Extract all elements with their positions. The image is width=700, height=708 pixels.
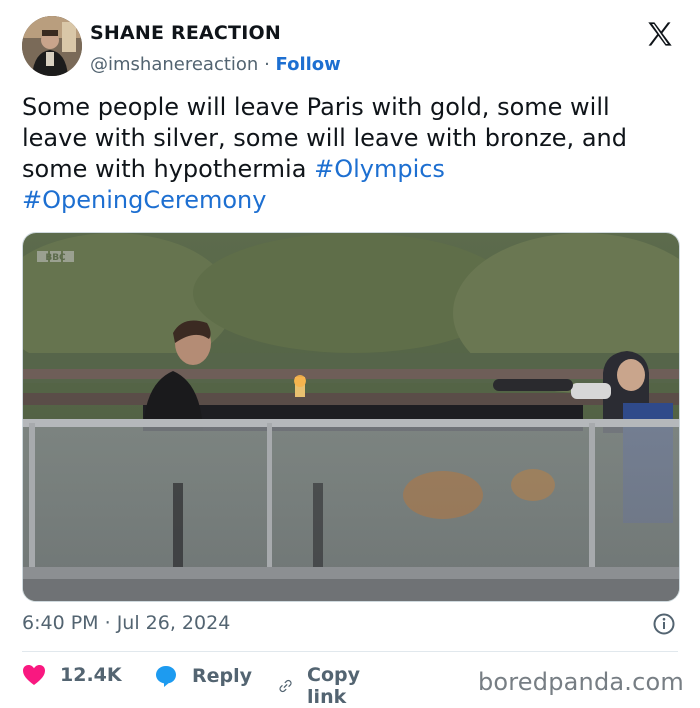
avatar[interactable] bbox=[22, 16, 82, 76]
tweet-text: Some people will leave Paris with gold, … bbox=[22, 92, 682, 216]
tweet-header: SHANE REACTION @imshanereaction · Follow bbox=[22, 16, 682, 78]
divider bbox=[22, 651, 678, 652]
like-count: 12.4K bbox=[60, 664, 122, 686]
tweet-time: 6:40 PM bbox=[22, 612, 99, 634]
boredpanda-watermark: boredpanda.com bbox=[477, 668, 684, 696]
reply-button[interactable]: Reply bbox=[154, 664, 252, 688]
reply-bubble-icon bbox=[156, 666, 176, 687]
author-handle[interactable]: @imshanereaction bbox=[90, 54, 258, 75]
handle-separator: · bbox=[264, 54, 270, 75]
link-icon bbox=[279, 679, 292, 693]
copy-link-button[interactable]: Copy link bbox=[278, 664, 369, 708]
hashtag-opening-ceremony[interactable]: #OpeningCeremony bbox=[22, 186, 266, 214]
follow-button[interactable]: Follow bbox=[276, 54, 341, 75]
heart-icon bbox=[23, 665, 45, 685]
copy-link-label: Copy link bbox=[307, 664, 361, 708]
bbc-logo: BBC bbox=[37, 251, 74, 263]
like-button[interactable]: 12.4K bbox=[22, 664, 122, 686]
tweet-date: Jul 26, 2024 bbox=[116, 612, 231, 634]
x-logo-icon[interactable] bbox=[646, 20, 674, 48]
tweet-timestamp[interactable]: 6:40 PM · Jul 26, 2024 bbox=[22, 612, 230, 634]
bbc-logo-text: BBC bbox=[45, 253, 66, 263]
tweet-media-photo[interactable]: BBC bbox=[22, 232, 680, 602]
rainy-bridge-piano-image: BBC bbox=[23, 233, 679, 601]
info-icon[interactable] bbox=[652, 612, 676, 636]
author-handle-row: @imshanereaction · Follow bbox=[90, 54, 341, 75]
author-display-name[interactable]: SHANE REACTION bbox=[90, 22, 281, 44]
reply-label: Reply bbox=[192, 665, 253, 687]
hashtag-olympics[interactable]: #Olympics bbox=[314, 155, 445, 183]
meta-separator: · bbox=[104, 612, 111, 634]
